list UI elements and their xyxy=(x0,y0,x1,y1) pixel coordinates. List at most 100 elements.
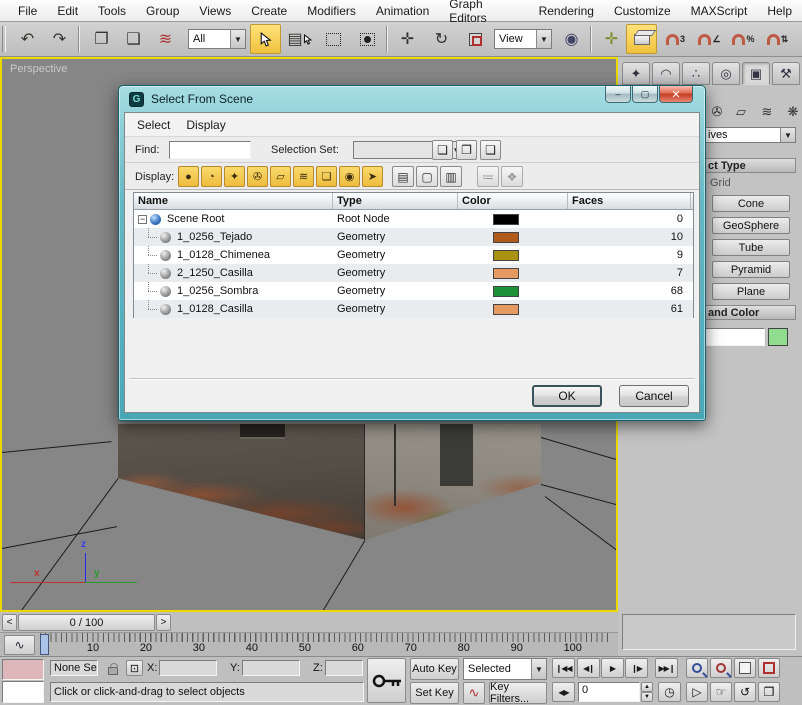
bones-filter-button[interactable]: ➤ xyxy=(362,166,383,187)
object-type-button[interactable]: Plane xyxy=(712,283,790,300)
zoom-extents-all-button[interactable] xyxy=(758,658,780,678)
bind-to-space-warp-button[interactable]: ≋ xyxy=(150,24,181,54)
space-warps-filter-button[interactable]: ≋ xyxy=(293,166,314,187)
use-pivot-point-center-button[interactable]: ◉ xyxy=(556,24,587,54)
color-swatch[interactable] xyxy=(493,304,519,315)
menu-item[interactable]: Animation xyxy=(366,2,439,20)
create-selection-set-button[interactable]: ❏ xyxy=(432,140,453,160)
house-model-left-face[interactable] xyxy=(118,424,365,542)
zoom-extents-button[interactable] xyxy=(734,658,756,678)
menu-item[interactable]: File xyxy=(8,2,47,20)
column-header-type[interactable]: Type xyxy=(333,193,458,209)
x-coordinate-field[interactable] xyxy=(159,660,217,676)
groups-filter-button[interactable]: ❏ xyxy=(316,166,337,187)
shapes-filter-button[interactable]: ◔ xyxy=(201,166,222,187)
color-swatch[interactable] xyxy=(493,214,519,225)
go-to-start-button[interactable]: ❙◀◀ xyxy=(552,658,575,678)
spinner-snap-button[interactable]: ⇅ xyxy=(762,24,793,54)
geometry-filter-button[interactable]: ● xyxy=(178,166,199,187)
color-swatch[interactable] xyxy=(493,250,519,261)
expander-icon[interactable]: − xyxy=(138,215,147,224)
menu-item[interactable]: Customize xyxy=(604,2,681,20)
spinner-up-icon[interactable]: ▲ xyxy=(641,682,653,692)
menu-item[interactable]: Create xyxy=(241,2,297,20)
go-to-end-button[interactable]: ▶▶❙ xyxy=(655,658,678,678)
modify-tab[interactable]: ◠ xyxy=(652,62,680,85)
zoom-button[interactable] xyxy=(686,658,708,678)
object-type-button[interactable]: Cone xyxy=(712,195,790,212)
menu-item[interactable]: Modifiers xyxy=(297,2,366,20)
maxscript-listener-field[interactable] xyxy=(2,681,44,703)
snaps-toggle-button[interactable] xyxy=(626,24,657,54)
selection-filter-dropdown[interactable]: All ▼ xyxy=(188,29,246,49)
table-header[interactable]: NameTypeColorFaces xyxy=(134,193,693,210)
previous-frame-arrow-button[interactable]: < xyxy=(2,614,17,631)
maximize-button[interactable]: ▢ xyxy=(632,86,658,103)
field-of-view-button[interactable]: ▷ xyxy=(686,682,708,702)
select-and-link-button[interactable]: ❐ xyxy=(86,24,117,54)
cameras-filter-button[interactable]: ✇ xyxy=(247,166,268,187)
next-frame-button[interactable]: ❙▶ xyxy=(625,658,648,678)
menu-item[interactable]: Edit xyxy=(47,2,88,20)
name-and-color-rollout[interactable]: and Color xyxy=(698,305,796,320)
table-row[interactable]: −1_0256_Sombra Geometry 68 xyxy=(134,282,693,300)
display-as-list-button[interactable]: ▤ xyxy=(392,166,414,187)
maximize-viewport-toggle[interactable]: ❒ xyxy=(758,682,780,702)
reference-coordinate-system-dropdown[interactable]: View ▼ xyxy=(494,29,552,49)
helpers-category-button[interactable]: ▱ xyxy=(730,102,752,122)
key-filters-button[interactable]: Key Filters... xyxy=(489,682,547,704)
table-row[interactable]: −1_0256_Tejado Geometry 10 xyxy=(134,228,693,246)
angle-snap-button[interactable]: ∠ xyxy=(694,24,725,54)
percent-snap-button[interactable]: % xyxy=(728,24,759,54)
select-by-set-button[interactable]: ❐ xyxy=(456,140,477,160)
object-name-field[interactable] xyxy=(698,328,765,346)
minimize-button[interactable]: – xyxy=(605,86,631,103)
column-header-faces[interactable]: Faces xyxy=(568,193,691,209)
cancel-button[interactable]: Cancel xyxy=(619,385,689,407)
helpers-filter-button[interactable]: ▱ xyxy=(270,166,291,187)
systems-category-button[interactable]: ❋ xyxy=(782,102,802,122)
column-header-color[interactable]: Color xyxy=(458,193,568,209)
menu-item[interactable]: MAXScript xyxy=(681,2,758,20)
dialog-menu-item[interactable]: Display xyxy=(184,116,239,134)
viewport-label[interactable]: Perspective xyxy=(10,63,67,75)
previous-frame-button[interactable]: ◀❙ xyxy=(577,658,600,678)
utilities-tab[interactable]: ⚒ xyxy=(772,62,800,85)
select-and-manipulate-button[interactable]: ✛ xyxy=(596,24,627,54)
geometry-category-dropdown[interactable]: ives ▼ xyxy=(698,127,796,143)
track-bar-ruler[interactable]: 0102030405060708090100 xyxy=(38,633,610,657)
table-row[interactable]: −Scene Root Root Node 0 xyxy=(134,210,693,228)
default-in-out-tangents-button[interactable]: ∿ xyxy=(463,682,485,704)
menu-item[interactable]: Group xyxy=(136,2,189,20)
table-row[interactable]: −1_0128_Casilla Geometry 61 xyxy=(134,300,693,318)
sync-selection-button[interactable]: ❖ xyxy=(501,166,523,187)
redo-button[interactable]: ↷ xyxy=(44,24,75,54)
ok-button[interactable]: OK xyxy=(532,385,602,407)
color-swatch[interactable] xyxy=(493,232,519,243)
object-color-swatch[interactable] xyxy=(768,328,788,346)
close-button[interactable]: ✕ xyxy=(659,86,693,103)
snap-3d-button[interactable]: 3 xyxy=(660,24,691,54)
mini-curve-editor-button[interactable]: ∿ xyxy=(4,635,35,655)
current-frame-field[interactable]: 0 xyxy=(578,682,640,702)
space-warps-category-button[interactable]: ≋ xyxy=(756,102,778,122)
xrefs-filter-button[interactable]: ◉ xyxy=(339,166,360,187)
display-blank-button[interactable]: ▢ xyxy=(416,166,438,187)
absolute-mode-toggle[interactable]: ⊡ xyxy=(126,660,143,676)
menu-item[interactable]: Help xyxy=(757,2,802,20)
key-mode-toggle-button[interactable]: ◀▶ xyxy=(552,682,575,702)
time-slider-button[interactable]: 0 / 100 xyxy=(18,614,155,631)
set-keys-button[interactable] xyxy=(367,658,406,703)
lights-filter-button[interactable]: ✦ xyxy=(224,166,245,187)
create-tab[interactable]: ✦ xyxy=(622,62,650,85)
window-crossing-toggle-button[interactable] xyxy=(352,24,383,54)
macro-recorder-field[interactable] xyxy=(2,659,44,680)
arc-rotate-button[interactable]: ↺ xyxy=(734,682,756,702)
hierarchy-tab[interactable]: ∴ xyxy=(682,62,710,85)
selection-count-field[interactable]: None Se xyxy=(50,660,98,676)
sort-by-hierarchy-button[interactable]: ≔ xyxy=(477,166,499,187)
next-frame-arrow-button[interactable]: > xyxy=(156,614,171,631)
menu-item[interactable]: Tools xyxy=(88,2,136,20)
toolbar-drag-handle[interactable] xyxy=(2,26,6,52)
spinner-down-icon[interactable]: ▼ xyxy=(641,692,653,702)
